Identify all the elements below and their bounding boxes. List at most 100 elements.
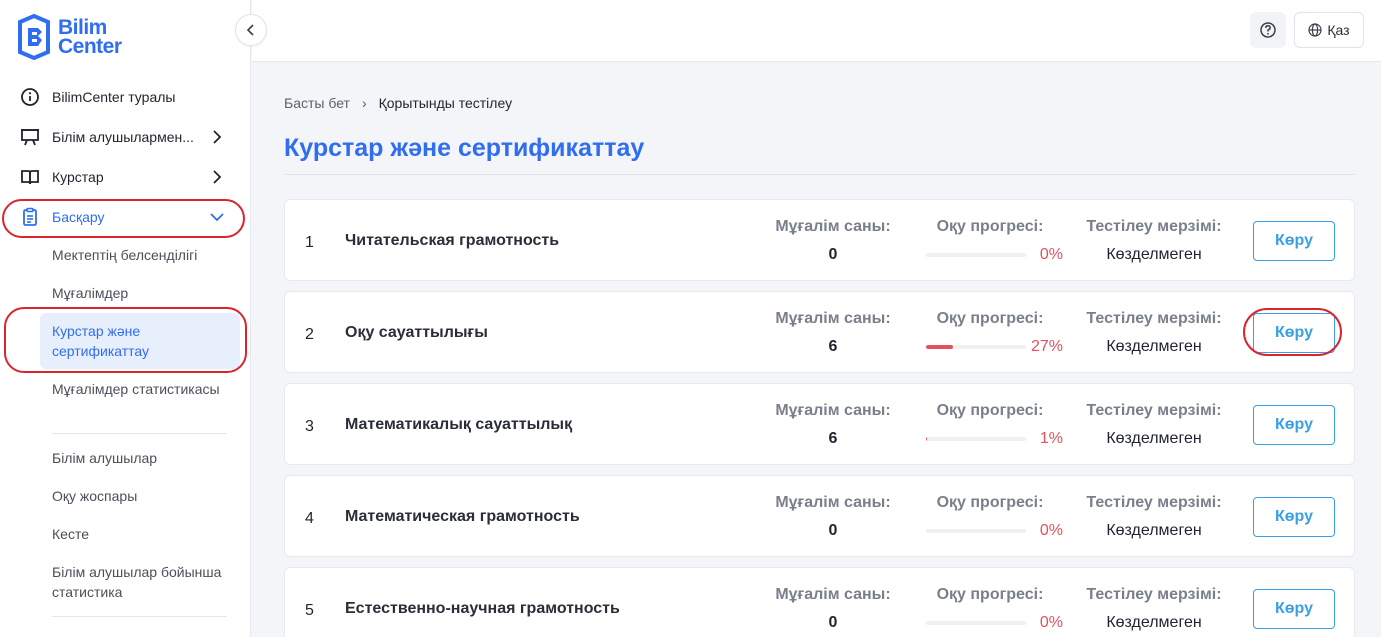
subitem-schedule[interactable]: Кесте (52, 524, 242, 544)
progress-bar-fill (926, 437, 927, 441)
clipboard-icon (20, 207, 40, 227)
progress-bar (926, 253, 1026, 257)
sidebar-item-courses[interactable]: Курстар (0, 157, 251, 197)
progress-label: Оқу прогресі: (936, 218, 1044, 235)
subitem-teachers[interactable]: Мұғалімдер (52, 283, 242, 303)
breadcrumb-separator: › (361, 95, 367, 111)
progress-label: Оқу прогресі: (936, 402, 1044, 419)
teachers-label: Мұғалім саны: (775, 402, 891, 419)
course-number: 2 (305, 326, 314, 343)
deadline-label: Тестілеу мерзімі: (1086, 310, 1222, 327)
progress-bar (926, 345, 1026, 349)
sidebar-divider (52, 616, 227, 617)
teachers-count: 0 (828, 614, 838, 631)
language-label: Қаз (1327, 22, 1350, 38)
teachers-label: Мұғалім саны: (775, 586, 891, 603)
chevron-right-icon (209, 169, 225, 185)
sidebar-item-label: Білім алушылармен... (52, 129, 194, 145)
teachers-count: 0 (828, 246, 838, 263)
teachers-count: 6 (828, 338, 838, 355)
progress-value: 0% (1039, 614, 1063, 631)
course-number: 3 (305, 418, 314, 435)
breadcrumb-home[interactable]: Басты бет (284, 95, 350, 111)
sidebar-item-management[interactable]: Басқару (0, 197, 251, 237)
deadline-value: Көзделмеген (1106, 522, 1202, 539)
subitem-school-activity[interactable]: Мектептің белсенділігі (52, 245, 242, 265)
book-icon (20, 167, 40, 187)
course-name: Математикалық сауаттылық (345, 416, 573, 433)
course-number: 4 (305, 510, 314, 527)
progress-label: Оқу прогресі: (936, 310, 1044, 327)
globe-icon (1308, 23, 1322, 37)
chevron-right-icon (209, 129, 225, 145)
collapse-sidebar-button[interactable] (235, 14, 267, 46)
chevron-down-icon (209, 209, 225, 225)
course-name: Естественно-научная грамотность (345, 600, 620, 617)
sidebar-item-about[interactable]: BilimCenter туралы (0, 77, 251, 117)
subitem-courses-certification[interactable]: Курстар және сертификаттау (40, 313, 240, 369)
course-number: 1 (305, 234, 314, 251)
view-button[interactable]: Көру (1253, 405, 1335, 445)
subitem-study-plan[interactable]: Оқу жоспары (52, 486, 242, 506)
subitem-students[interactable]: Білім алушылар (52, 448, 242, 468)
teachers-label: Мұғалім саны: (775, 218, 891, 235)
course-card: 4 Математическая грамотность Мұғалім саны:… (284, 475, 1355, 557)
deadline-label: Тестілеу мерзімі: (1086, 586, 1222, 603)
view-button[interactable]: Көру (1253, 497, 1335, 537)
teachers-count: 0 (828, 522, 838, 539)
course-name: Читательская грамотность (345, 232, 560, 249)
view-button[interactable]: Көру (1253, 313, 1335, 353)
progress-bar (926, 437, 1026, 441)
deadline-value: Көзделмеген (1106, 614, 1202, 631)
logo-text: Bilim Center (58, 17, 122, 58)
progress-bar-fill (926, 345, 953, 349)
progress-label: Оқу прогресі: (936, 494, 1044, 511)
teachers-count: 6 (828, 430, 838, 447)
deadline-value: Көзделмеген (1106, 338, 1202, 355)
deadline-value: Көзделмеген (1106, 430, 1202, 447)
subitem-teacher-statistics[interactable]: Мұғалімдер статистикасы (52, 379, 242, 399)
info-icon (20, 87, 40, 107)
help-button[interactable] (1250, 12, 1286, 48)
logo-mark-icon (18, 14, 50, 60)
breadcrumb-current: Қорытынды тестілеу (378, 95, 513, 111)
progress-value: 0% (1039, 522, 1063, 539)
sidebar-item-label: Курстар (52, 169, 104, 185)
view-button[interactable]: Көру (1253, 221, 1335, 261)
sidebar-item-students-work[interactable]: Білім алушылармен... (0, 117, 251, 157)
chevron-left-icon (246, 24, 254, 36)
deadline-label: Тестілеу мерзімі: (1086, 402, 1222, 419)
teachers-label: Мұғалім саны: (775, 310, 891, 327)
sidebar: Bilim Center BilimCenter туралы Білім ал… (0, 0, 251, 637)
title-divider (284, 174, 1355, 175)
course-name: Математическая грамотность (345, 508, 580, 525)
progress-value: 1% (1039, 430, 1063, 447)
progress-value: 0% (1039, 246, 1063, 263)
view-button[interactable]: Көру (1253, 589, 1335, 629)
progress-label: Оқу прогресі: (936, 586, 1044, 603)
course-card: 2 Оқу сауаттылығы Мұғалім саны: 6 Оқу прогре… (284, 291, 1355, 373)
deadline-label: Тестілеу мерзімі: (1086, 494, 1222, 511)
logo-line-2: Center (58, 35, 122, 58)
course-number: 5 (305, 602, 314, 619)
teachers-label: Мұғалім саны: (775, 494, 891, 511)
course-card: 5 Естественно-научная грамотность Мұғалім … (284, 567, 1355, 637)
page-title: Курстар және сертификаттау (284, 134, 645, 162)
sidebar-item-label: BilimCenter туралы (52, 89, 176, 105)
sidebar-divider (52, 433, 227, 434)
course-card: 1 Читательская грамотность Мұғалім саны: 0 О… (284, 199, 1355, 281)
question-icon (1260, 22, 1276, 38)
topbar: Қаз (252, 0, 1381, 62)
language-selector[interactable]: Қаз (1294, 12, 1364, 48)
progress-value: 27% (1030, 338, 1063, 355)
sidebar-item-label: Басқару (52, 209, 105, 225)
progress-bar (926, 621, 1026, 625)
progress-bar (926, 529, 1026, 533)
deadline-label: Тестілеу мерзімі: (1086, 218, 1222, 235)
presentation-icon (20, 127, 40, 147)
course-card: 3 Математикалық сауаттылық Мұғалім саны: 6 О… (284, 383, 1355, 465)
deadline-value: Көзделмеген (1106, 246, 1202, 263)
bilimcenter-logo[interactable]: Bilim Center (16, 14, 122, 60)
breadcrumb: Басты бет › Қорытынды тестілеу (284, 95, 512, 111)
subitem-student-statistics[interactable]: Білім алушылар бойынша статистика (52, 562, 242, 602)
